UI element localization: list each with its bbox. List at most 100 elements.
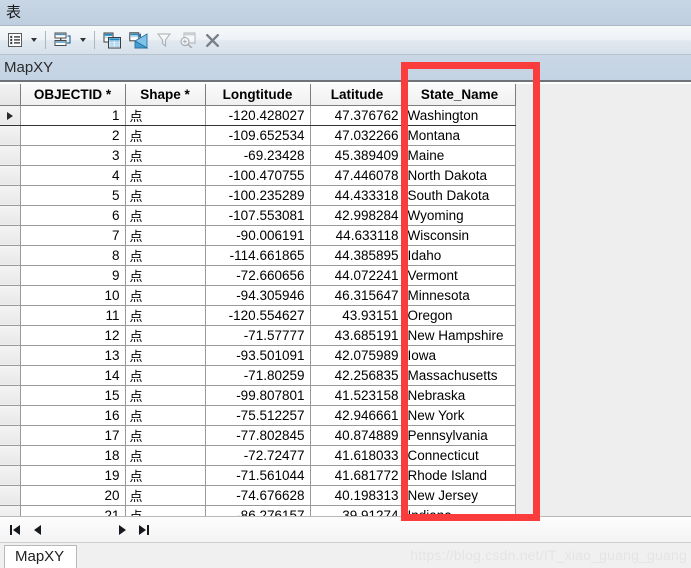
cell-latitude[interactable]: 47.376762 bbox=[309, 104, 405, 126]
cell-shape[interactable]: 点 bbox=[124, 265, 206, 286]
cell-longitude[interactable]: -114.661865 bbox=[204, 245, 311, 266]
table-row[interactable]: 3 点 -69.23428 45.389409 Maine bbox=[0, 145, 516, 166]
cell-shape[interactable]: 点 bbox=[124, 165, 206, 186]
table-row[interactable]: 6 点 -107.553081 42.998284 Wyoming bbox=[0, 205, 516, 226]
table-options-button[interactable] bbox=[4, 29, 26, 51]
cell-objectid[interactable]: 14 bbox=[19, 365, 126, 386]
cell-latitude[interactable]: 44.072241 bbox=[309, 265, 405, 286]
cell-state-name[interactable]: New Jersey bbox=[403, 485, 516, 506]
row-selector[interactable] bbox=[0, 185, 21, 206]
cell-latitude[interactable]: 43.685191 bbox=[309, 325, 405, 346]
switch-selection-button[interactable] bbox=[126, 29, 150, 51]
cell-longitude[interactable]: -120.554627 bbox=[204, 305, 311, 326]
first-record-button[interactable] bbox=[6, 521, 24, 539]
cell-shape[interactable]: 点 bbox=[124, 225, 206, 246]
table-row[interactable]: 4 点 -100.470755 47.446078 North Dakota bbox=[0, 165, 516, 186]
cell-state-name[interactable]: Idaho bbox=[403, 245, 516, 266]
cell-latitude[interactable]: 41.523158 bbox=[309, 385, 405, 406]
cell-longitude[interactable]: -120.428027 bbox=[204, 104, 311, 126]
cell-shape[interactable]: 点 bbox=[124, 485, 206, 506]
column-header-objectid[interactable]: OBJECTID * bbox=[19, 84, 126, 106]
cell-latitude[interactable]: 42.075989 bbox=[309, 345, 405, 366]
row-selector[interactable] bbox=[0, 205, 21, 226]
cell-objectid[interactable]: 12 bbox=[19, 325, 126, 346]
delete-button[interactable] bbox=[201, 29, 223, 51]
table-row[interactable]: 10 点 -94.305946 46.315647 Minnesota bbox=[0, 285, 516, 306]
cell-longitude[interactable]: -107.553081 bbox=[204, 205, 311, 226]
row-selector[interactable] bbox=[0, 405, 21, 426]
cell-shape[interactable]: 点 bbox=[124, 205, 206, 226]
cell-latitude[interactable]: 47.032266 bbox=[309, 125, 405, 146]
cell-shape[interactable]: 点 bbox=[124, 445, 206, 466]
row-selector[interactable] bbox=[0, 385, 21, 406]
cell-state-name[interactable]: Rhode Island bbox=[403, 465, 516, 486]
cell-latitude[interactable]: 39.91274 bbox=[309, 505, 405, 516]
cell-state-name[interactable]: Wyoming bbox=[403, 205, 516, 226]
cell-longitude[interactable]: -75.512257 bbox=[204, 405, 311, 426]
cell-longitude[interactable]: -100.470755 bbox=[204, 165, 311, 186]
cell-objectid[interactable]: 20 bbox=[19, 485, 126, 506]
cell-latitude[interactable]: 41.681772 bbox=[309, 465, 405, 486]
cell-longitude[interactable]: -72.660656 bbox=[204, 265, 311, 286]
table-row[interactable]: 13 点 -93.501091 42.075989 Iowa bbox=[0, 345, 516, 366]
table-options-dropdown[interactable] bbox=[27, 29, 41, 51]
cell-objectid[interactable]: 10 bbox=[19, 285, 126, 306]
row-selector[interactable] bbox=[0, 445, 21, 466]
row-selector[interactable] bbox=[0, 165, 21, 186]
cell-latitude[interactable]: 44.385895 bbox=[309, 245, 405, 266]
row-selector[interactable] bbox=[0, 305, 21, 326]
cell-shape[interactable]: 点 bbox=[124, 405, 206, 426]
cell-latitude[interactable]: 42.946661 bbox=[309, 405, 405, 426]
cell-objectid[interactable]: 8 bbox=[19, 245, 126, 266]
row-selector[interactable] bbox=[0, 225, 21, 246]
cell-shape[interactable]: 点 bbox=[124, 465, 206, 486]
cell-objectid[interactable]: 7 bbox=[19, 225, 126, 246]
table-row[interactable]: 17 点 -77.802845 40.874889 Pennsylvania bbox=[0, 425, 516, 446]
cell-shape[interactable]: 点 bbox=[124, 425, 206, 446]
cell-longitude[interactable]: -71.80259 bbox=[204, 365, 311, 386]
cell-latitude[interactable]: 41.618033 bbox=[309, 445, 405, 466]
cell-longitude[interactable]: -94.305946 bbox=[204, 285, 311, 306]
table-row[interactable]: 20 点 -74.676628 40.198313 New Jersey bbox=[0, 485, 516, 506]
select-by-attributes-button[interactable] bbox=[100, 29, 124, 51]
column-header-rowselector[interactable] bbox=[0, 84, 21, 106]
row-selector[interactable] bbox=[0, 325, 21, 346]
cell-latitude[interactable]: 40.198313 bbox=[309, 485, 405, 506]
cell-longitude[interactable]: -71.57777 bbox=[204, 325, 311, 346]
cell-state-name[interactable]: Iowa bbox=[403, 345, 516, 366]
table-row[interactable]: 11 点 -120.554627 43.93151 Oregon bbox=[0, 305, 516, 326]
cell-longitude[interactable]: -90.006191 bbox=[204, 225, 311, 246]
cell-latitude[interactable]: 44.633118 bbox=[309, 225, 405, 246]
last-record-button[interactable] bbox=[135, 521, 153, 539]
column-header-latitude[interactable]: Latitude bbox=[309, 84, 405, 106]
cell-objectid[interactable]: 6 bbox=[19, 205, 126, 226]
cell-shape[interactable]: 点 bbox=[124, 185, 206, 206]
cell-objectid[interactable]: 18 bbox=[19, 445, 126, 466]
cell-objectid[interactable]: 9 bbox=[19, 265, 126, 286]
cell-shape[interactable]: 点 bbox=[124, 305, 206, 326]
cell-objectid[interactable]: 15 bbox=[19, 385, 126, 406]
cell-longitude[interactable]: -69.23428 bbox=[204, 145, 311, 166]
table-row[interactable]: 8 点 -114.661865 44.385895 Idaho bbox=[0, 245, 516, 266]
cell-objectid[interactable]: 16 bbox=[19, 405, 126, 426]
table-row[interactable]: 18 点 -72.72477 41.618033 Connecticut bbox=[0, 445, 516, 466]
attribute-table-scroll-area[interactable]: OBJECTID * Shape * Longtitude Latitude S… bbox=[0, 84, 691, 516]
cell-state-name[interactable]: North Dakota bbox=[403, 165, 516, 186]
row-selector[interactable] bbox=[0, 104, 21, 126]
cell-state-name[interactable]: Minnesota bbox=[403, 285, 516, 306]
cell-latitude[interactable]: 42.998284 bbox=[309, 205, 405, 226]
cell-longitude[interactable]: -86.276157 bbox=[204, 505, 311, 516]
cell-state-name[interactable]: Montana bbox=[403, 125, 516, 146]
cell-shape[interactable]: 点 bbox=[124, 125, 206, 146]
cell-state-name[interactable]: New Hampshire bbox=[403, 325, 516, 346]
cell-objectid[interactable]: 13 bbox=[19, 345, 126, 366]
table-row[interactable]: 15 点 -99.807801 41.523158 Nebraska bbox=[0, 385, 516, 406]
row-selector[interactable] bbox=[0, 345, 21, 366]
cell-shape[interactable]: 点 bbox=[124, 245, 206, 266]
related-tables-button[interactable] bbox=[51, 29, 75, 51]
cell-longitude[interactable]: -93.501091 bbox=[204, 345, 311, 366]
cell-state-name[interactable]: Pennsylvania bbox=[403, 425, 516, 446]
table-row[interactable]: 19 点 -71.561044 41.681772 Rhode Island bbox=[0, 465, 516, 486]
cell-longitude[interactable]: -74.676628 bbox=[204, 485, 311, 506]
cell-shape[interactable]: 点 bbox=[124, 505, 206, 516]
